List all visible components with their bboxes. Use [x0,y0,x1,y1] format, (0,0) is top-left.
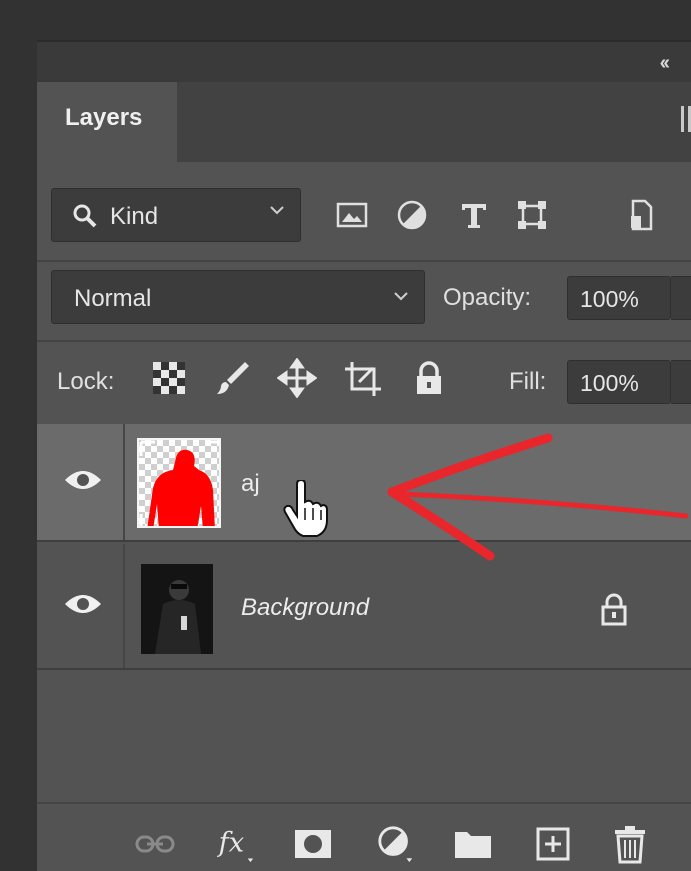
lock-artboard-icon[interactable] [343,358,383,398]
lock-row: Lock: Fill: 100% [51,354,691,410]
visibility-toggle[interactable] [37,544,125,668]
layers-bottom-toolbar: fx [37,802,691,871]
fill-label: Fill: [509,368,547,395]
opacity-input[interactable]: 100% [567,276,671,320]
layer-name[interactable]: aj [241,470,260,498]
tab-layers[interactable]: Layers [37,82,177,162]
lock-image-pixels-icon[interactable] [213,358,253,398]
lock-label: Lock: [57,368,115,395]
lock-position-icon[interactable] [277,358,317,398]
lock-all-icon[interactable] [409,358,449,398]
layer-name[interactable]: Background [241,594,369,622]
layer-row-background[interactable]: Background [37,544,691,670]
hand-cursor-icon [283,480,328,537]
smart-object-filter-icon[interactable] [623,198,657,232]
new-layer-icon[interactable] [535,824,571,864]
collapse-panel-icon[interactable]: ‹‹ [660,52,670,75]
type-filter-icon[interactable] [457,198,491,232]
layer-thumbnail[interactable] [137,438,221,528]
eye-icon[interactable] [63,590,103,618]
search-icon [72,203,98,236]
blend-mode-select[interactable]: Normal [51,270,425,324]
divider [37,340,691,342]
opacity-slider-toggle[interactable] [671,276,691,320]
adjustment-layer-icon[interactable] [375,824,417,864]
trash-icon[interactable] [613,824,647,864]
panel-menu-icon[interactable] [681,106,691,132]
fx-layer-style-icon[interactable]: fx [213,824,257,864]
layer-row-aj[interactable]: aj [37,424,691,542]
fill-slider-toggle[interactable] [671,360,691,404]
filter-kind-label: Kind [110,203,159,230]
visibility-toggle[interactable] [37,424,125,540]
panel-tab-strip: Layers [37,82,691,162]
blend-mode-value: Normal [74,285,152,312]
divider [37,260,691,262]
add-mask-icon[interactable] [293,824,333,864]
panel-header-bar: ‹‹ [37,40,691,82]
opacity-label: Opacity: [443,284,532,311]
layer-thumbnail[interactable] [141,564,213,654]
filter-kind-select[interactable]: Kind [51,188,301,242]
group-folder-icon[interactable] [453,824,493,864]
eye-icon[interactable] [63,466,103,494]
chevron-down-icon [270,206,284,215]
layer-filter-row: Kind [51,188,691,244]
chevron-down-icon [394,292,408,301]
link-layers-icon[interactable] [133,824,177,864]
blend-row: Normal Opacity: 100% [51,270,691,326]
layers-panel: Layers Kind Normal Opacity: 100% Lock: F… [37,82,691,871]
lock-icon [601,593,627,626]
layers-list: aj Background [37,424,691,684]
lock-transparent-pixels-icon[interactable] [149,358,189,398]
image-filter-icon[interactable] [335,198,369,232]
shape-filter-icon[interactable] [515,198,549,232]
svg-text:fx: fx [217,827,244,858]
adjustment-filter-icon[interactable] [395,198,429,232]
fill-input[interactable]: 100% [567,360,671,404]
